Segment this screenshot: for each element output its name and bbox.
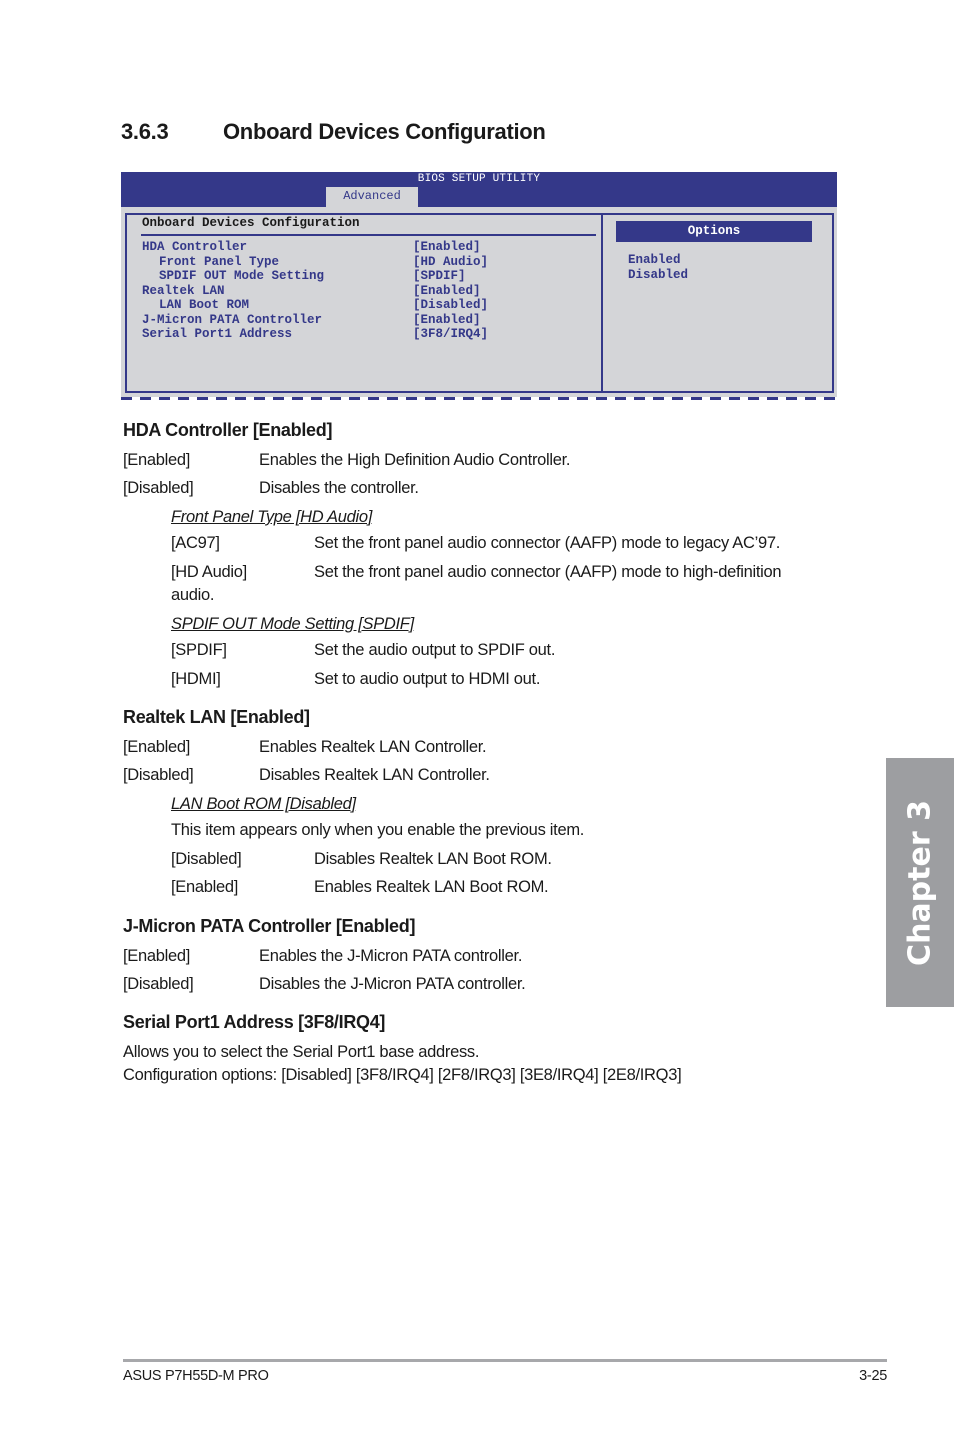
bios-item-label: Serial Port1 Address [142, 327, 293, 341]
bios-screenshot: BIOS SETUP UTILITY Advanced Onboard Devi… [121, 172, 837, 402]
bios-panel-title: Onboard Devices Configuration [142, 216, 360, 230]
option-key: [Disabled] [123, 766, 194, 784]
option-desc: Set to audio output to HDMI out. [314, 670, 541, 688]
heading-serial-port1: Serial Port1 Address [3F8/IRQ4] [123, 1012, 386, 1032]
option-desc: Disables Realtek LAN Boot ROM. [314, 850, 552, 868]
option-desc: Set the audio output to SPDIF out. [314, 641, 556, 659]
bios-item-label: SPDIF OUT Mode Setting [159, 269, 325, 283]
bios-item-value: [3F8/IRQ4] [413, 327, 489, 341]
option-desc: Disables Realtek LAN Controller. [259, 766, 490, 784]
option-desc: Enables the High Definition Audio Contro… [259, 451, 571, 469]
option-key: [HDMI] [171, 670, 221, 688]
option-key: [HD Audio] [171, 563, 247, 581]
bios-item-value: [Enabled] [413, 283, 481, 298]
footer-product: ASUS P7H55D-M PRO [123, 1368, 269, 1384]
option-desc: Enables Realtek LAN Boot ROM. [314, 878, 549, 896]
footer-page-number: 3-25 [859, 1368, 887, 1384]
section-number: 3.6.3 [121, 119, 169, 144]
option-key: [Disabled] [171, 850, 242, 868]
bios-item-label: Realtek LAN [142, 283, 225, 298]
subheading-spdif-out-mode: SPDIF OUT Mode Setting [SPDIF] [171, 615, 414, 633]
subheading-lan-boot-rom: LAN Boot ROM [Disabled] [171, 795, 356, 813]
option-disabled[interactable]: Disabled [628, 268, 688, 282]
option-key: [Enabled] [171, 878, 239, 896]
bios-item-value: [HD Audio] [413, 254, 489, 269]
bios-header: BIOS SETUP UTILITY Advanced [121, 172, 837, 207]
bios-item-label: Front Panel Type [159, 254, 280, 269]
bios-item-label: J-Micron PATA Controller [142, 312, 323, 327]
option-desc: Set the front panel audio connector (AAF… [314, 563, 782, 581]
bios-item-lan-boot-rom[interactable]: LAN Boot ROM [Disabled] [142, 298, 488, 312]
bios-item-value: [Enabled] [413, 240, 481, 254]
option-desc: Enables the J-Micron PATA controller. [259, 947, 523, 965]
bios-item-value: [Enabled] [413, 312, 481, 327]
bios-item-jmicron-pata[interactable]: J-Micron PATA Controller [Enabled] [142, 312, 481, 327]
bios-item-spdif-out-mode[interactable]: SPDIF OUT Mode Setting [SPDIF] [142, 269, 466, 283]
option-desc: Disables the J-Micron PATA controller. [259, 975, 526, 993]
tab-advanced[interactable]: Advanced [326, 187, 418, 207]
bios-item-label: HDA Controller [142, 240, 248, 254]
bios-settings-panel: Onboard Devices Configuration HDA Contro… [125, 213, 603, 393]
bios-item-value: [SPDIF] [413, 269, 466, 283]
note-text: This item appears only when you enable t… [171, 821, 585, 839]
heading-jmicron-pata: J-Micron PATA Controller [Enabled] [123, 916, 416, 936]
option-enabled[interactable]: Enabled [628, 253, 681, 267]
bios-item-serial-port1[interactable]: Serial Port1 Address [3F8/IRQ4] [142, 327, 488, 341]
bios-item-label: LAN Boot ROM [159, 298, 250, 312]
divider [141, 234, 596, 236]
section-title: 3.6.3 Onboard Devices Configuration [121, 119, 546, 145]
option-key: [Enabled] [123, 738, 191, 756]
option-desc: Disables the controller. [259, 479, 419, 497]
bios-item-hda-controller[interactable]: HDA Controller [Enabled] [142, 240, 481, 254]
heading-realtek-lan: Realtek LAN [Enabled] [123, 707, 310, 727]
bios-item-value: [Disabled] [413, 298, 489, 312]
chapter-tab: Chapter 3 [886, 758, 954, 1007]
option-desc-continued: audio. [171, 586, 215, 604]
bios-body: Onboard Devices Configuration HDA Contro… [121, 207, 837, 397]
heading-hda-controller: HDA Controller [Enabled] [123, 420, 333, 440]
options-heading: Options [616, 221, 812, 242]
option-desc: Enables Realtek LAN Controller. [259, 738, 487, 756]
option-key: [Enabled] [123, 451, 191, 469]
option-key: [Disabled] [123, 975, 194, 993]
subheading-front-panel-type: Front Panel Type [HD Audio] [171, 508, 372, 526]
bios-utility-title: BIOS SETUP UTILITY [417, 173, 541, 185]
bios-item-front-panel-type[interactable]: Front Panel Type [HD Audio] [142, 254, 488, 269]
bios-dashed-border [121, 397, 837, 400]
option-desc: Set the front panel audio connector (AAF… [314, 534, 780, 552]
chapter-label: Chapter 3 [902, 799, 938, 966]
option-key: [Enabled] [123, 947, 191, 965]
section-heading: Onboard Devices Configuration [223, 119, 546, 144]
serial-description: Allows you to select the Serial Port1 ba… [123, 1043, 480, 1061]
bios-item-realtek-lan[interactable]: Realtek LAN [Enabled] [142, 283, 481, 298]
bios-options-panel: Options Enabled Disabled [601, 213, 834, 393]
footer-divider [123, 1359, 887, 1362]
option-key: [Disabled] [123, 479, 194, 497]
option-key: [SPDIF] [171, 641, 227, 659]
option-key: [AC97] [171, 534, 220, 552]
serial-config-options: Configuration options: [Disabled] [3F8/I… [123, 1066, 682, 1084]
